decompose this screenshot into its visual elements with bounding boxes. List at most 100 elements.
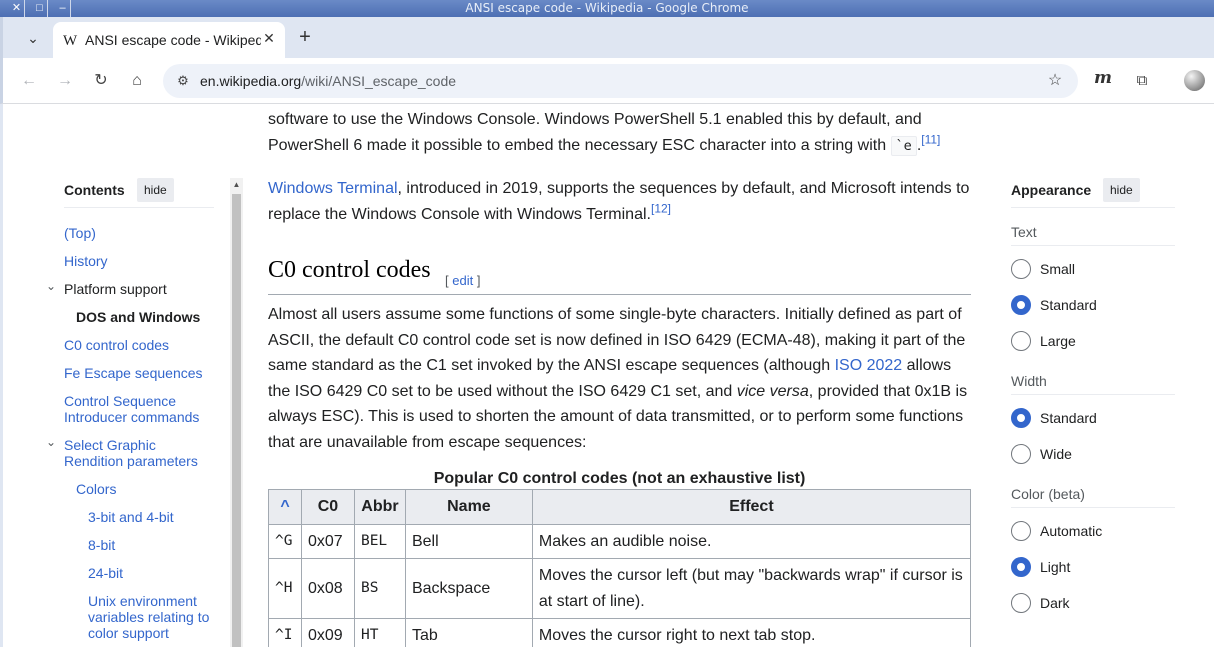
extension-m-icon[interactable]: m xyxy=(1094,68,1112,88)
address-bar[interactable]: ⚙ en.wikipedia.org/wiki/ANSI_escape_code… xyxy=(163,64,1078,98)
appearance-divider xyxy=(1011,394,1175,395)
edit-section-link[interactable]: edit xyxy=(452,273,473,288)
toc-item-sgr-parameters[interactable]: Select Graphic xyxy=(64,437,156,453)
cell-effect: Moves the cursor right to next tab stop. xyxy=(531,618,972,647)
header-c0: C0 xyxy=(300,489,355,525)
cell-name: Backspace xyxy=(404,558,533,619)
section-heading-c0: C0 control codes [ edit ] xyxy=(268,257,971,295)
home-icon[interactable]: ⌂ xyxy=(125,69,149,93)
extensions-puzzle-icon[interactable]: ⧉ xyxy=(1130,69,1154,93)
citation-11[interactable]: [11] xyxy=(921,132,940,146)
toc-title: Contents xyxy=(64,182,125,198)
cell-abbr: BS xyxy=(353,558,406,619)
toc-item-c0-control-codes[interactable]: C0 control codes xyxy=(64,337,169,353)
color-label: Color (beta) xyxy=(1011,486,1085,502)
bookmark-star-icon[interactable]: ☆ xyxy=(1043,69,1067,93)
url-path: /wiki/ANSI_escape_code xyxy=(301,73,457,89)
edit-close-bracket: ] xyxy=(473,273,481,288)
window-left-edge xyxy=(0,104,3,647)
toc-item-24bit[interactable]: 24-bit xyxy=(88,565,123,581)
toc-item-unix-env-vars-line2[interactable]: variables relating to xyxy=(88,609,209,625)
cell-c0: 0x07 xyxy=(300,523,355,559)
appearance-divider xyxy=(1011,507,1175,508)
reload-icon[interactable]: ↻ xyxy=(89,69,113,93)
toc-item-csi-commands[interactable]: Control Sequence xyxy=(64,393,176,409)
toc-item-colors[interactable]: Colors xyxy=(76,481,116,497)
section-title: C0 control codes xyxy=(268,257,431,283)
appearance-divider xyxy=(1011,245,1175,246)
toc-item-unix-env-vars-line3[interactable]: color support xyxy=(88,625,169,641)
url-text[interactable]: en.wikipedia.org/wiki/ANSI_escape_code xyxy=(200,73,456,89)
radio-width-standard[interactable] xyxy=(1011,408,1031,428)
cell-name: Tab xyxy=(404,618,533,647)
option-label: Large xyxy=(1040,333,1076,349)
toc-item-top[interactable]: (Top) xyxy=(64,225,96,241)
toc-item-platform-support[interactable]: Platform support xyxy=(64,281,167,297)
radio-color-light[interactable] xyxy=(1011,557,1031,577)
appearance-divider xyxy=(1011,207,1175,208)
header-name: Name xyxy=(404,489,533,525)
table-row: ^I 0x09 HT Tab Moves the cursor right to… xyxy=(268,618,972,647)
tab-strip: ⌄ W ANSI escape code - Wikipedia ✕ + xyxy=(0,17,1214,58)
option-label: Standard xyxy=(1040,410,1097,426)
appearance-hide-button[interactable]: hide xyxy=(1103,178,1140,202)
toc-item-dos-and-windows[interactable]: DOS and Windows xyxy=(76,309,200,325)
header-caret[interactable]: ^ xyxy=(268,489,302,525)
toc-item-unix-env-vars[interactable]: Unix environment xyxy=(88,593,197,609)
page-viewport: Contents hide (Top) History ⌄ Platform s… xyxy=(0,104,1214,647)
cell-effect: Makes an audible noise. xyxy=(531,523,972,559)
site-info-icon[interactable]: ⚙ xyxy=(171,69,195,93)
c0-table: ^ C0 Abbr Name Effect ^G 0x07 BEL Bell M… xyxy=(268,489,972,647)
toc-scrollbar-thumb[interactable] xyxy=(232,194,241,647)
toc-item-csi-commands-line2[interactable]: Introducer commands xyxy=(64,409,199,425)
url-domain: en.wikipedia.org xyxy=(200,73,302,89)
windows-terminal-link[interactable]: Windows Terminal xyxy=(268,180,398,197)
back-arrow-icon[interactable]: ← xyxy=(17,69,41,93)
toc-item-fe-escape-sequences[interactable]: Fe Escape sequences xyxy=(64,365,203,381)
toc-item-history[interactable]: History xyxy=(64,253,108,269)
citation-12[interactable]: [12] xyxy=(651,201,671,215)
toc-item-sgr-parameters-line2[interactable]: Rendition parameters xyxy=(64,453,198,469)
tab-active[interactable]: W ANSI escape code - Wikipedia ✕ xyxy=(53,22,285,58)
wikipedia-favicon-icon: W xyxy=(63,33,78,49)
tab-search-chevron-icon[interactable]: ⌄ xyxy=(21,26,45,50)
scroll-up-arrow-icon[interactable]: ▲ xyxy=(230,178,243,192)
cell-effect: Moves the cursor left (but may "backward… xyxy=(531,558,972,619)
terminal-paragraph: Windows Terminal, introduced in 2019, su… xyxy=(268,176,971,227)
text-size-label: Text xyxy=(1011,224,1037,240)
table-row: ^H 0x08 BS Backspace Moves the cursor le… xyxy=(268,558,972,619)
toc-item-8bit[interactable]: 8-bit xyxy=(88,537,115,553)
cell-c0: 0x08 xyxy=(300,558,355,619)
toc-collapse-chevron-icon[interactable]: ⌄ xyxy=(46,279,56,293)
cell-abbr: BEL xyxy=(353,523,406,559)
radio-width-wide[interactable] xyxy=(1011,444,1031,464)
profile-avatar[interactable] xyxy=(1184,70,1205,91)
iso-2022-link[interactable]: ISO 2022 xyxy=(835,357,903,374)
radio-small[interactable] xyxy=(1011,259,1031,279)
new-tab-button[interactable]: + xyxy=(293,26,317,50)
toc-scrollbar[interactable]: ▲ xyxy=(230,178,243,647)
intro-line-1: software to use the Windows Console. Win… xyxy=(268,111,922,128)
radio-large[interactable] xyxy=(1011,331,1031,351)
forward-arrow-icon[interactable]: → xyxy=(53,69,77,93)
radio-standard[interactable] xyxy=(1011,295,1031,315)
toc-hide-button[interactable]: hide xyxy=(137,178,174,202)
window-titlebar: ✕ □ – ANSI escape code - Wikipedia - Goo… xyxy=(0,0,1214,17)
tab-title: ANSI escape code - Wikipedia xyxy=(85,32,261,48)
table-header-row: ^ C0 Abbr Name Effect xyxy=(268,489,972,525)
radio-color-automatic[interactable] xyxy=(1011,521,1031,541)
cell-caret: ^H xyxy=(268,558,302,619)
toc-item-3bit-4bit[interactable]: 3-bit and 4-bit xyxy=(88,509,174,525)
cell-name: Bell xyxy=(404,523,533,559)
option-label: Small xyxy=(1040,261,1076,277)
width-label: Width xyxy=(1011,373,1047,389)
tab-close-icon[interactable]: ✕ xyxy=(260,29,278,47)
window-title: ANSI escape code - Wikipedia - Google Ch… xyxy=(465,1,749,15)
radio-color-dark[interactable] xyxy=(1011,593,1031,613)
c0-paragraph: Almost all users assume some functions o… xyxy=(268,302,971,455)
option-label: Light xyxy=(1040,559,1071,575)
table-row: ^G 0x07 BEL Bell Makes an audible noise. xyxy=(268,523,972,559)
toc-collapse-chevron-icon[interactable]: ⌄ xyxy=(46,435,56,449)
cell-caret: ^I xyxy=(268,618,302,647)
option-label: Wide xyxy=(1040,446,1072,462)
